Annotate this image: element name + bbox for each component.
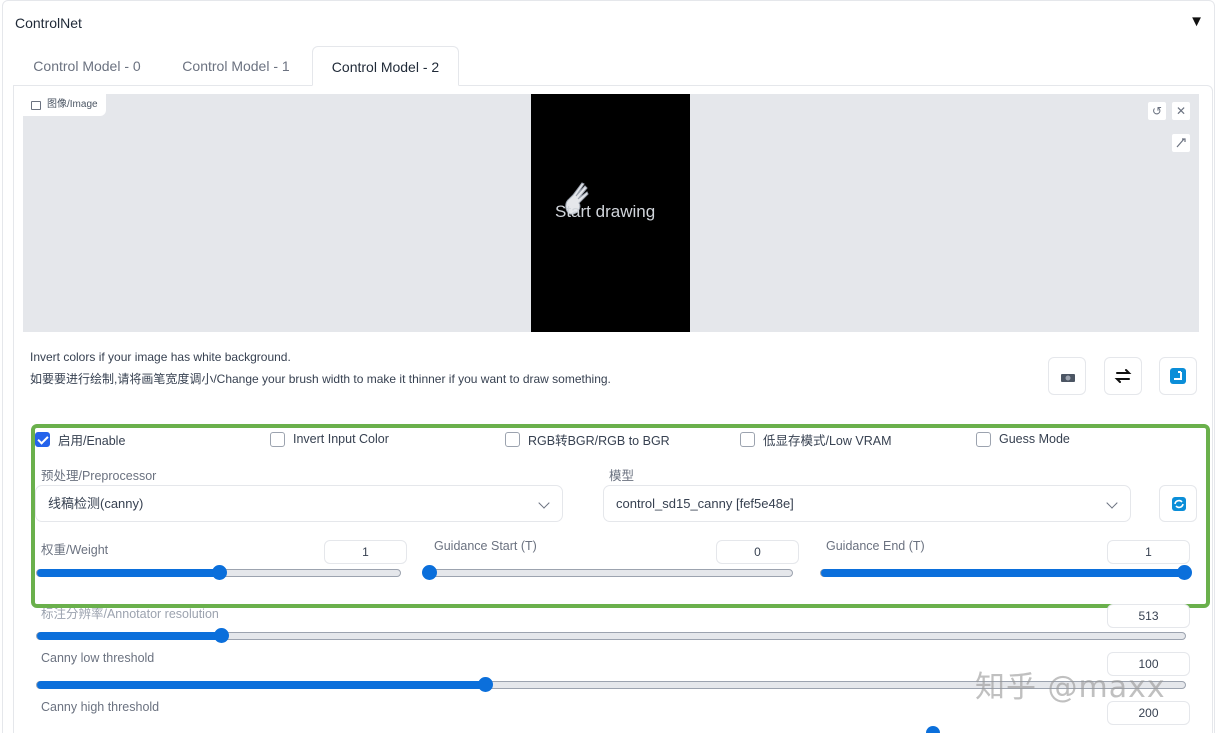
tab-control-model-1[interactable]: Control Model - 1 [166,46,306,86]
weight-slider[interactable] [36,565,401,580]
weight-label: 权重/Weight [41,543,109,557]
canny-low-slider-thumb[interactable] [477,677,493,692]
hint-invert-colors: Invert colors if your image has white ba… [30,350,291,364]
guidance-start-slider-thumb[interactable] [422,565,437,580]
camera-button[interactable] [1048,357,1086,395]
model-dropdown[interactable]: control_sd15_canny [fef5e48e] [603,485,1131,522]
canny-low-label: Canny low threshold [41,651,155,665]
brush-icon[interactable] [1171,133,1191,153]
tab-control-model-2[interactable]: Control Model - 2 [312,46,459,86]
collapse-triangle-icon[interactable]: ▼ [1189,13,1204,30]
annotator-resolution-slider-fill [37,632,221,640]
invert-input-color-checkbox[interactable]: Invert Input Color [270,431,389,447]
upload-arrow-icon [1170,368,1186,384]
enable-checkbox[interactable]: 启用/Enable [35,431,126,448]
accordion-title[interactable]: ControlNet [15,15,82,31]
hint-brush-width: 如要要进行绘制,请将画笔宽度调小/Change your brush width… [30,372,611,386]
preprocessor-value: 线稿检测(canny) [48,496,144,511]
guidance-end-input[interactable]: 1 [1107,540,1190,564]
guidance-start-label: Guidance Start (T) [434,539,537,553]
annotator-resolution-slider-thumb[interactable] [213,628,229,643]
camera-icon [1061,374,1075,382]
invert-label: Invert Input Color [293,432,389,446]
canny-high-label: Canny high threshold [41,700,160,714]
rgb2bgr-label: RGB转BGR/RGB to BGR [528,433,670,448]
lowvram-label: 低显存模式/Low VRAM [763,433,892,448]
watermark: 知乎 @maxx [975,670,1166,705]
enable-checkbox-box[interactable] [35,431,50,447]
weight-input[interactable]: 1 [324,540,407,564]
preprocessor-dropdown[interactable]: 线稿检测(canny) [35,485,563,522]
guidance-start-slider[interactable] [422,565,793,580]
lowvram-checkbox-box[interactable] [740,431,755,447]
rgb-to-bgr-checkbox[interactable]: RGB转BGR/RGB to BGR [505,431,670,448]
guidance-end-label: Guidance End (T) [826,539,925,553]
guidance-end-slider-thumb[interactable] [1177,565,1192,580]
weight-slider-thumb[interactable] [211,565,227,580]
refresh-models-button[interactable] [1159,485,1197,522]
canny-low-slider-fill [37,681,485,689]
preprocessor-label: 预处理/Preprocessor [41,469,157,483]
rgb2bgr-checkbox-box[interactable] [505,431,520,447]
model-value: control_sd15_canny [fef5e48e] [616,496,794,511]
image-icon [31,100,41,110]
swap-arrows-icon [1114,369,1132,383]
chevron-down-icon [1106,497,1118,509]
model-label: 模型 [609,469,635,483]
invert-checkbox-box[interactable] [270,431,285,447]
weight-slider-fill [37,569,219,577]
start-drawing-text: Start drawing [555,202,656,221]
guidance-start-input[interactable]: 0 [716,540,799,564]
swap-dimensions-button[interactable] [1104,357,1142,395]
annotator-resolution-input[interactable]: 513 [1107,604,1190,628]
send-dimensions-button[interactable] [1159,357,1197,395]
low-vram-checkbox[interactable]: 低显存模式/Low VRAM [740,431,892,448]
guidance-end-slider[interactable] [820,565,1192,580]
image-label-text: 图像/Image [47,99,98,110]
refresh-icon [1172,497,1186,511]
guess-mode-checkbox[interactable]: Guess Mode [976,431,1070,447]
chevron-down-icon [538,497,550,509]
canny-high-slider-thumb[interactable] [926,726,940,733]
close-icon[interactable]: ✕ [1171,101,1191,121]
undo-icon[interactable]: ↺ [1147,101,1167,121]
image-label: 图像/Image [23,94,106,116]
tab-control-model-0[interactable]: Control Model - 0 [18,46,156,86]
guess-label: Guess Mode [999,432,1070,446]
guidance-end-slider-fill [821,569,1184,577]
annotator-resolution-slider[interactable] [36,628,1186,643]
guess-checkbox-box[interactable] [976,431,991,447]
enable-label: 启用/Enable [58,433,126,448]
